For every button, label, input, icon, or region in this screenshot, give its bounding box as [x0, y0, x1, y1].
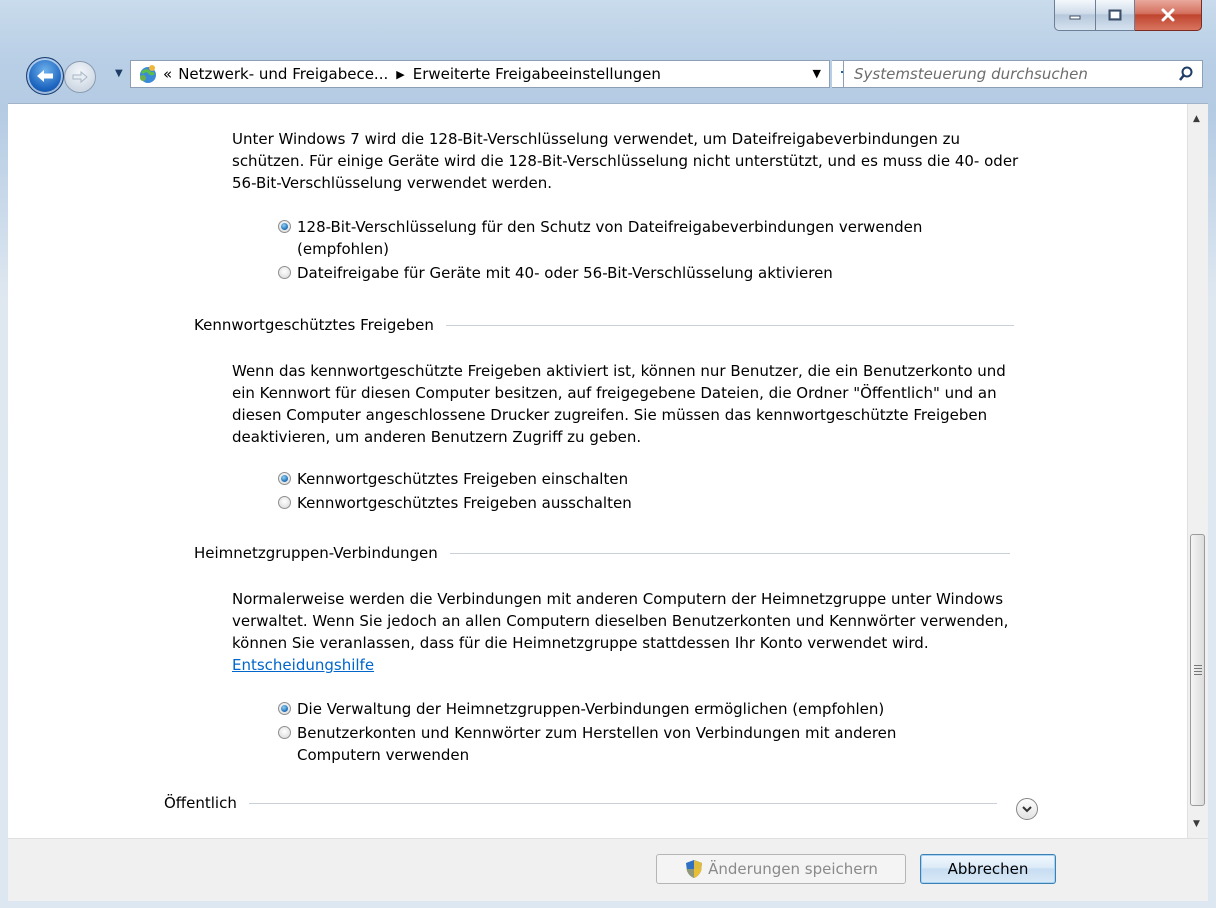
section-divider — [449, 552, 1010, 554]
section-heading: Kennwortgeschütztes Freigeben — [194, 316, 434, 334]
radio-unselected-icon[interactable] — [278, 266, 291, 279]
radio-label: Kennwortgeschütztes Freigeben ausschalte… — [297, 494, 632, 512]
back-button[interactable] — [26, 57, 64, 95]
button-bar: Änderungen speichern Abbrechen — [8, 838, 1208, 901]
search-input[interactable] — [852, 64, 1166, 84]
password-sharing-description: Wenn das kennwortgeschützte Freigeben ak… — [232, 362, 1006, 446]
search-box — [843, 60, 1203, 88]
vertical-scrollbar[interactable]: ▲ ▼ — [1187, 104, 1208, 839]
section-public[interactable]: Öffentlich — [164, 794, 997, 812]
maximize-button[interactable] — [1096, 0, 1135, 31]
grip-icon — [1194, 663, 1202, 677]
radio-homegroup-windows-managed[interactable]: Die Verwaltung der Heimnetzgruppen-Verbi… — [278, 698, 998, 720]
radio-unselected-icon[interactable] — [278, 726, 291, 739]
help-link[interactable]: Entscheidungshilfe — [232, 656, 374, 674]
section-heading: Öffentlich — [164, 794, 237, 812]
radio-encryption-40-56[interactable]: Dateifreigabe für Geräte mit 40- oder 56… — [278, 262, 998, 284]
radio-password-sharing-on[interactable]: Kennwortgeschütztes Freigeben einschalte… — [278, 468, 998, 490]
radio-label: Die Verwaltung der Heimnetzgruppen-Verbi… — [297, 700, 885, 718]
section-divider — [445, 324, 1014, 326]
expand-public-button[interactable] — [1016, 798, 1038, 820]
maximize-icon — [1108, 9, 1122, 21]
save-changes-button[interactable]: Änderungen speichern — [656, 854, 906, 884]
minimize-icon — [1069, 15, 1081, 20]
radio-selected-icon[interactable] — [278, 220, 291, 233]
radio-password-sharing-off[interactable]: Kennwortgeschütztes Freigeben ausschalte… — [278, 492, 998, 514]
section-homegroup: Heimnetzgruppen-Verbindungen — [194, 544, 1010, 562]
uac-shield-icon — [686, 860, 703, 878]
search-icon[interactable] — [1178, 66, 1194, 82]
encryption-description: Unter Windows 7 wird die 128-Bit-Verschl… — [232, 130, 1019, 192]
breadcrumb-advanced-sharing[interactable]: Erweiterte Freigabeeinstellungen — [413, 65, 661, 83]
recent-pages-dropdown[interactable]: ▼ — [115, 68, 123, 79]
forward-arrow-icon — [72, 70, 88, 84]
settings-content: Unter Windows 7 wird die 128-Bit-Verschl… — [8, 103, 1208, 839]
network-location-icon — [140, 65, 156, 83]
section-divider — [248, 802, 997, 804]
radio-label: Dateifreigabe für Geräte mit 40- oder 56… — [297, 264, 833, 282]
breadcrumb-separator-icon[interactable]: ▶ — [396, 68, 404, 81]
homegroup-description: Normalerweise werden die Verbindungen mi… — [232, 588, 1032, 676]
scroll-up-icon[interactable]: ▲ — [1193, 114, 1200, 124]
cancel-label: Abbrechen — [947, 860, 1029, 878]
breadcrumb-overflow[interactable]: « — [163, 65, 172, 83]
close-icon — [1161, 8, 1175, 22]
radio-homegroup-user-accounts[interactable]: Benutzerkonten und Kennwörter zum Herste… — [278, 722, 958, 766]
radio-selected-icon[interactable] — [278, 472, 291, 485]
cancel-button[interactable]: Abbrechen — [920, 854, 1056, 884]
radio-selected-icon[interactable] — [278, 702, 291, 715]
navigation-bar: ▼ « Netzwerk- und Freigabece... ▶ Erweit… — [0, 52, 1216, 96]
address-dropdown-icon[interactable]: ▼ — [813, 67, 821, 80]
radio-label: 128-Bit-Verschlüsselung für den Schutz v… — [297, 218, 923, 258]
radio-label: Benutzerkonten und Kennwörter zum Herste… — [297, 724, 897, 764]
forward-button[interactable] — [64, 61, 96, 93]
save-label: Änderungen speichern — [708, 860, 878, 878]
radio-encryption-128[interactable]: 128-Bit-Verschlüsselung für den Schutz v… — [278, 216, 998, 260]
section-password-sharing: Kennwortgeschütztes Freigeben — [194, 316, 1014, 334]
radio-unselected-icon[interactable] — [278, 496, 291, 509]
back-arrow-icon — [37, 70, 53, 82]
homegroup-description-text: Normalerweise werden die Verbindungen mi… — [232, 590, 1009, 652]
section-heading: Heimnetzgruppen-Verbindungen — [194, 544, 438, 562]
address-bar[interactable]: « Netzwerk- und Freigabece... ▶ Erweiter… — [130, 60, 830, 88]
radio-label: Kennwortgeschütztes Freigeben einschalte… — [297, 470, 629, 488]
minimize-button[interactable] — [1054, 0, 1096, 31]
close-button[interactable] — [1135, 0, 1202, 31]
chevron-down-icon — [1022, 806, 1032, 813]
caption-buttons — [1054, 0, 1202, 34]
scrollbar-thumb[interactable] — [1190, 534, 1205, 806]
scroll-down-icon[interactable]: ▼ — [1193, 819, 1200, 829]
breadcrumb: « Netzwerk- und Freigabece... ▶ Erweiter… — [163, 65, 661, 83]
breadcrumb-network-center[interactable]: Netzwerk- und Freigabece... — [178, 65, 388, 83]
